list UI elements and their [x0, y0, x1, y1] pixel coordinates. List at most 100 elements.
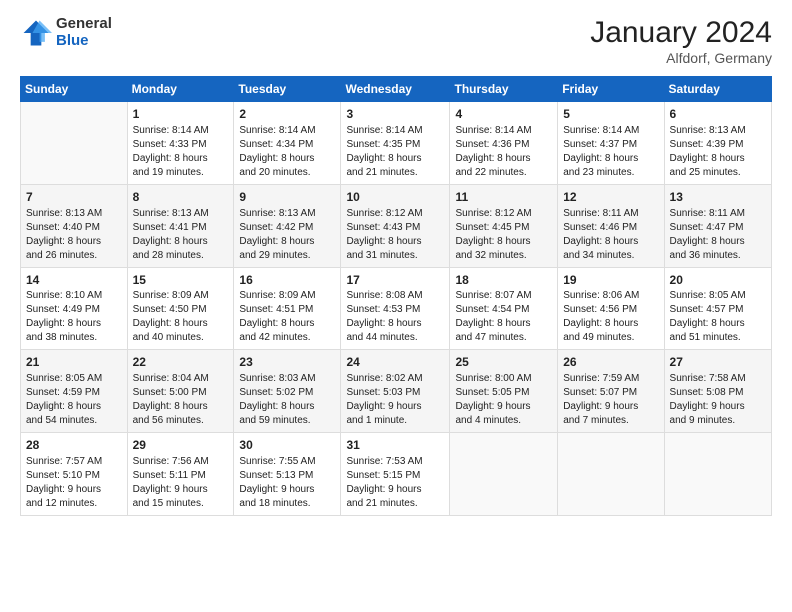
day-info: and 51 minutes. — [670, 331, 766, 345]
day-info: and 47 minutes. — [455, 331, 552, 345]
day-info: Sunset: 5:08 PM — [670, 386, 766, 400]
day-info: Sunset: 4:50 PM — [133, 303, 229, 317]
day-info: Daylight: 8 hours — [239, 317, 335, 331]
day-info: and 20 minutes. — [239, 166, 335, 180]
day-info: Sunrise: 8:14 AM — [563, 124, 658, 138]
day-info: and 56 minutes. — [133, 414, 229, 428]
day-number: 22 — [133, 354, 229, 371]
calendar-cell — [558, 433, 664, 516]
calendar-cell: 9Sunrise: 8:13 AMSunset: 4:42 PMDaylight… — [234, 184, 341, 267]
calendar-cell — [450, 433, 558, 516]
day-info: Daylight: 8 hours — [346, 317, 444, 331]
calendar-cell: 21Sunrise: 8:05 AMSunset: 4:59 PMDayligh… — [21, 350, 128, 433]
day-number: 29 — [133, 437, 229, 454]
day-info: Daylight: 9 hours — [239, 483, 335, 497]
day-info: Daylight: 8 hours — [563, 317, 658, 331]
day-info: Sunrise: 8:00 AM — [455, 372, 552, 386]
day-number: 28 — [26, 437, 122, 454]
day-info: Sunset: 5:11 PM — [133, 469, 229, 483]
day-info: Sunrise: 8:05 AM — [26, 372, 122, 386]
calendar-cell: 11Sunrise: 8:12 AMSunset: 4:45 PMDayligh… — [450, 184, 558, 267]
day-info: Sunset: 4:45 PM — [455, 221, 552, 235]
day-info: Sunrise: 8:12 AM — [455, 207, 552, 221]
day-info: Daylight: 8 hours — [26, 235, 122, 249]
day-number: 31 — [346, 437, 444, 454]
day-info: Sunset: 4:43 PM — [346, 221, 444, 235]
day-info: Sunrise: 8:06 AM — [563, 289, 658, 303]
day-info: Sunrise: 7:55 AM — [239, 455, 335, 469]
day-info: and 59 minutes. — [239, 414, 335, 428]
day-info: Daylight: 9 hours — [133, 483, 229, 497]
day-info: and 42 minutes. — [239, 331, 335, 345]
day-info: Sunset: 5:10 PM — [26, 469, 122, 483]
day-info: and 19 minutes. — [133, 166, 229, 180]
day-info: Daylight: 8 hours — [133, 235, 229, 249]
day-info: Sunrise: 7:56 AM — [133, 455, 229, 469]
day-info: Sunrise: 7:57 AM — [26, 455, 122, 469]
day-number: 27 — [670, 354, 766, 371]
day-number: 25 — [455, 354, 552, 371]
day-info: and 21 minutes. — [346, 497, 444, 511]
calendar-cell: 20Sunrise: 8:05 AMSunset: 4:57 PMDayligh… — [664, 267, 771, 350]
day-number: 8 — [133, 189, 229, 206]
day-info: Sunset: 4:33 PM — [133, 138, 229, 152]
calendar-cell: 27Sunrise: 7:58 AMSunset: 5:08 PMDayligh… — [664, 350, 771, 433]
day-number: 13 — [670, 189, 766, 206]
day-info: Daylight: 8 hours — [133, 317, 229, 331]
calendar-cell: 16Sunrise: 8:09 AMSunset: 4:51 PMDayligh… — [234, 267, 341, 350]
day-info: Sunrise: 7:53 AM — [346, 455, 444, 469]
calendar-cell: 4Sunrise: 8:14 AMSunset: 4:36 PMDaylight… — [450, 102, 558, 185]
day-info: Sunset: 4:59 PM — [26, 386, 122, 400]
day-info: Sunrise: 8:13 AM — [26, 207, 122, 221]
day-info: Sunrise: 8:12 AM — [346, 207, 444, 221]
day-info: and 38 minutes. — [26, 331, 122, 345]
day-info: Daylight: 8 hours — [455, 152, 552, 166]
day-number: 1 — [133, 106, 229, 123]
calendar-cell: 13Sunrise: 8:11 AMSunset: 4:47 PMDayligh… — [664, 184, 771, 267]
logo-icon — [20, 17, 52, 49]
day-info: Daylight: 8 hours — [26, 317, 122, 331]
day-info: Sunrise: 8:09 AM — [239, 289, 335, 303]
day-info: Sunset: 5:13 PM — [239, 469, 335, 483]
day-info: Daylight: 9 hours — [346, 400, 444, 414]
day-info: Sunrise: 8:14 AM — [133, 124, 229, 138]
day-number: 6 — [670, 106, 766, 123]
calendar-cell: 2Sunrise: 8:14 AMSunset: 4:34 PMDaylight… — [234, 102, 341, 185]
calendar: SundayMondayTuesdayWednesdayThursdayFrid… — [20, 76, 772, 516]
calendar-header-row: SundayMondayTuesdayWednesdayThursdayFrid… — [21, 77, 772, 102]
day-info: Daylight: 8 hours — [563, 235, 658, 249]
calendar-cell: 25Sunrise: 8:00 AMSunset: 5:05 PMDayligh… — [450, 350, 558, 433]
calendar-cell: 23Sunrise: 8:03 AMSunset: 5:02 PMDayligh… — [234, 350, 341, 433]
day-info: and 40 minutes. — [133, 331, 229, 345]
day-info: Daylight: 9 hours — [346, 483, 444, 497]
weekday-header: Saturday — [664, 77, 771, 102]
day-info: Daylight: 8 hours — [670, 235, 766, 249]
day-info: Sunset: 5:07 PM — [563, 386, 658, 400]
calendar-cell: 18Sunrise: 8:07 AMSunset: 4:54 PMDayligh… — [450, 267, 558, 350]
calendar-cell: 22Sunrise: 8:04 AMSunset: 5:00 PMDayligh… — [127, 350, 234, 433]
day-info: Sunset: 4:56 PM — [563, 303, 658, 317]
day-number: 3 — [346, 106, 444, 123]
day-info: and 34 minutes. — [563, 249, 658, 263]
day-info: Sunset: 5:05 PM — [455, 386, 552, 400]
day-info: and 23 minutes. — [563, 166, 658, 180]
day-info: and 1 minute. — [346, 414, 444, 428]
calendar-cell: 31Sunrise: 7:53 AMSunset: 5:15 PMDayligh… — [341, 433, 450, 516]
day-number: 24 — [346, 354, 444, 371]
day-info: Sunrise: 8:13 AM — [239, 207, 335, 221]
day-info: Sunrise: 8:14 AM — [455, 124, 552, 138]
day-info: Sunset: 4:57 PM — [670, 303, 766, 317]
calendar-week-row: 1Sunrise: 8:14 AMSunset: 4:33 PMDaylight… — [21, 102, 772, 185]
day-info: and 49 minutes. — [563, 331, 658, 345]
month-title: January 2024 — [590, 16, 772, 50]
day-info: and 15 minutes. — [133, 497, 229, 511]
day-info: Daylight: 8 hours — [346, 235, 444, 249]
day-info: Sunset: 4:35 PM — [346, 138, 444, 152]
calendar-cell: 7Sunrise: 8:13 AMSunset: 4:40 PMDaylight… — [21, 184, 128, 267]
day-info: Daylight: 9 hours — [563, 400, 658, 414]
logo-general: General — [56, 16, 112, 33]
day-number: 15 — [133, 272, 229, 289]
day-number: 23 — [239, 354, 335, 371]
calendar-cell: 1Sunrise: 8:14 AMSunset: 4:33 PMDaylight… — [127, 102, 234, 185]
day-info: Sunset: 4:53 PM — [346, 303, 444, 317]
